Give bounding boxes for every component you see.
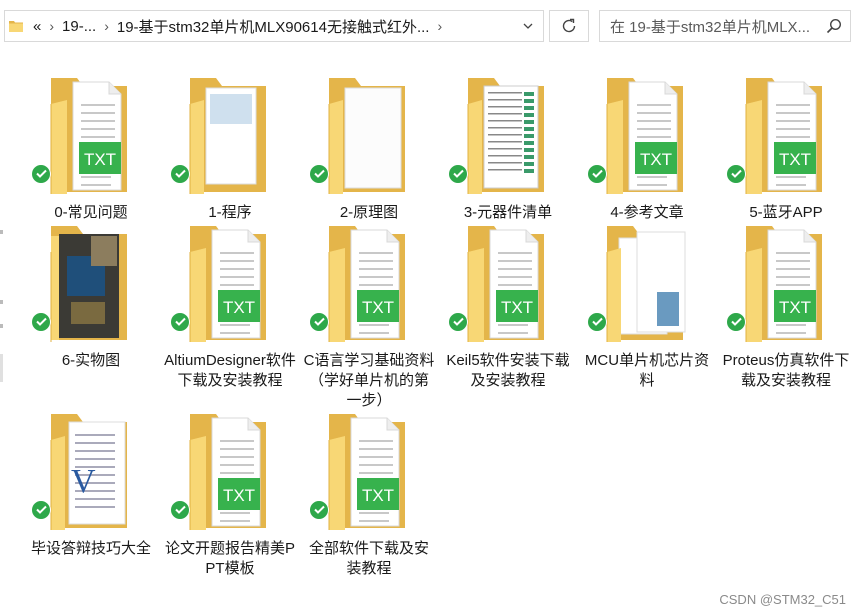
file-item-label: 1-程序 bbox=[208, 204, 252, 221]
sync-check-icon bbox=[309, 500, 329, 520]
file-item-label: 全部软件下载及安装教程 bbox=[308, 540, 429, 577]
svg-text:TXT: TXT bbox=[779, 150, 811, 169]
sync-check-icon bbox=[170, 164, 190, 184]
file-item-label: 4-参考文章 bbox=[610, 204, 684, 221]
address-bar[interactable]: « › 19-... › 19-基于stm32单片机MLX90614无接触式红外… bbox=[4, 10, 544, 42]
file-item-label: 论文开题报告精美PPT模板 bbox=[164, 540, 295, 577]
sync-check-icon bbox=[587, 164, 607, 184]
txt-folder-icon: TXT bbox=[597, 74, 697, 194]
watermark: CSDN @STM32_C51 bbox=[719, 592, 846, 607]
folder-icon bbox=[180, 74, 280, 194]
breadcrumb-overflow[interactable]: « bbox=[33, 18, 41, 35]
folder-icon bbox=[41, 222, 141, 342]
refresh-button[interactable] bbox=[549, 10, 589, 42]
sync-check-icon bbox=[309, 312, 329, 332]
sync-check-icon bbox=[587, 312, 607, 332]
file-item-label: 6-实物图 bbox=[61, 352, 121, 369]
file-item-label: 5-蓝牙APP bbox=[749, 204, 823, 221]
svg-text:TXT: TXT bbox=[501, 298, 533, 317]
sync-check-icon bbox=[170, 500, 190, 520]
txt-folder-icon: TXT bbox=[41, 74, 141, 194]
file-item-label: Keil5软件安装下载及安装教程 bbox=[446, 352, 570, 389]
file-item-label: Proteus仿真软件下载及安装教程 bbox=[722, 352, 850, 389]
folder-icon: V bbox=[41, 410, 141, 530]
toolbar: « › 19-... › 19-基于stm32单片机MLX90614无接触式红外… bbox=[0, 0, 860, 54]
sync-check-icon bbox=[448, 312, 468, 332]
svg-text:TXT: TXT bbox=[362, 298, 394, 317]
sync-check-icon bbox=[31, 500, 51, 520]
file-item-label: AltiumDesigner软件下载及安装教程 bbox=[164, 352, 296, 389]
search-box[interactable]: 在 19-基于stm32单片机MLX... bbox=[599, 10, 851, 42]
sync-check-icon bbox=[726, 164, 746, 184]
svg-text:TXT: TXT bbox=[362, 486, 394, 505]
sync-check-icon bbox=[31, 164, 51, 184]
breadcrumb-separator: › bbox=[49, 18, 55, 34]
svg-text:TXT: TXT bbox=[223, 298, 255, 317]
sync-check-icon bbox=[31, 312, 51, 332]
folder-icon bbox=[9, 21, 23, 32]
txt-folder-icon: TXT bbox=[319, 222, 419, 342]
txt-folder-icon: TXT bbox=[458, 222, 558, 342]
svg-text:TXT: TXT bbox=[223, 486, 255, 505]
sync-check-icon bbox=[726, 312, 746, 332]
txt-folder-icon: TXT bbox=[319, 410, 419, 530]
search-icon[interactable] bbox=[826, 18, 842, 34]
file-item-label: MCU单片机芯片资料 bbox=[584, 352, 710, 389]
svg-text:TXT: TXT bbox=[84, 150, 116, 169]
file-item-label: 3-元器件清单 bbox=[463, 204, 553, 221]
folder-icon bbox=[458, 74, 558, 194]
file-item-label: C语言学习基础资料（学好单片机的第一步） bbox=[303, 352, 435, 409]
svg-text:V: V bbox=[71, 463, 96, 500]
svg-text:TXT: TXT bbox=[640, 150, 672, 169]
folder-icon bbox=[597, 222, 697, 342]
folder-icon bbox=[319, 74, 419, 194]
txt-folder-icon: TXT bbox=[736, 222, 836, 342]
breadcrumb-parent[interactable]: 19-... bbox=[62, 18, 96, 35]
sync-check-icon bbox=[170, 312, 190, 332]
refresh-icon bbox=[562, 18, 576, 33]
breadcrumb-separator[interactable]: › bbox=[437, 18, 442, 34]
file-item-label: 2-原理图 bbox=[339, 204, 399, 221]
svg-text:TXT: TXT bbox=[779, 298, 811, 317]
file-item-label: 0-常见问题 bbox=[54, 204, 128, 221]
sync-check-icon bbox=[309, 164, 329, 184]
breadcrumb-current[interactable]: 19-基于stm32单片机MLX90614无接触式红外... bbox=[117, 16, 430, 37]
txt-folder-icon: TXT bbox=[736, 74, 836, 194]
chevron-down-icon[interactable] bbox=[517, 11, 539, 41]
sync-check-icon bbox=[448, 164, 468, 184]
file-grid: TXT 0-常见问题 1-程序 2-原理图 3-元器件清单 TXT 4-参考文章… bbox=[0, 54, 860, 615]
txt-folder-icon: TXT bbox=[180, 222, 280, 342]
txt-folder-icon: TXT bbox=[180, 410, 280, 530]
breadcrumb-separator[interactable]: › bbox=[104, 18, 109, 34]
search-input[interactable]: 在 19-基于stm32单片机MLX... bbox=[610, 16, 820, 37]
file-item-label: 毕设答辩技巧大全 bbox=[30, 540, 151, 557]
